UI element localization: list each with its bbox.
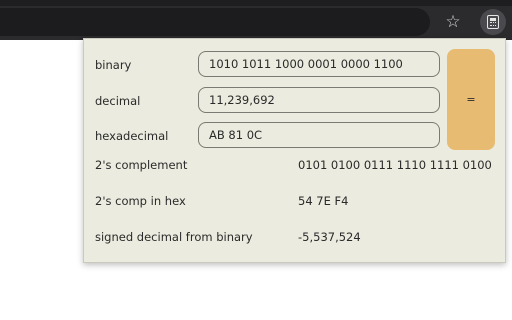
calculator-icon: [487, 15, 499, 29]
tab-strip: [0, 0, 512, 6]
twos-comp-hex-value: 54 7E F4: [298, 194, 349, 208]
twos-complement-label: 2's complement: [95, 158, 188, 172]
decimal-label: decimal: [95, 94, 141, 108]
binary-input[interactable]: 1010 1011 1000 0001 0000 1100: [198, 51, 440, 77]
twos-comp-hex-label: 2's comp in hex: [95, 194, 186, 208]
twos-complement-value: 0101 0100 0111 1110 1111 0100: [298, 158, 492, 172]
decimal-input[interactable]: 11,239,692: [198, 87, 440, 113]
hexadecimal-label: hexadecimal: [95, 129, 169, 143]
equals-button[interactable]: =: [447, 49, 495, 150]
browser-toolbar: ☆: [0, 0, 512, 40]
converter-popup: binary 1010 1011 1000 0001 0000 1100 dec…: [83, 38, 506, 263]
address-bar[interactable]: [0, 8, 430, 36]
calculator-extension-button[interactable]: [480, 9, 506, 35]
hexadecimal-input[interactable]: AB 81 0C: [198, 122, 440, 148]
binary-label: binary: [95, 58, 132, 72]
signed-decimal-value: -5,537,524: [298, 230, 361, 244]
signed-decimal-label: signed decimal from binary: [95, 230, 253, 244]
star-icon[interactable]: ☆: [442, 11, 464, 33]
